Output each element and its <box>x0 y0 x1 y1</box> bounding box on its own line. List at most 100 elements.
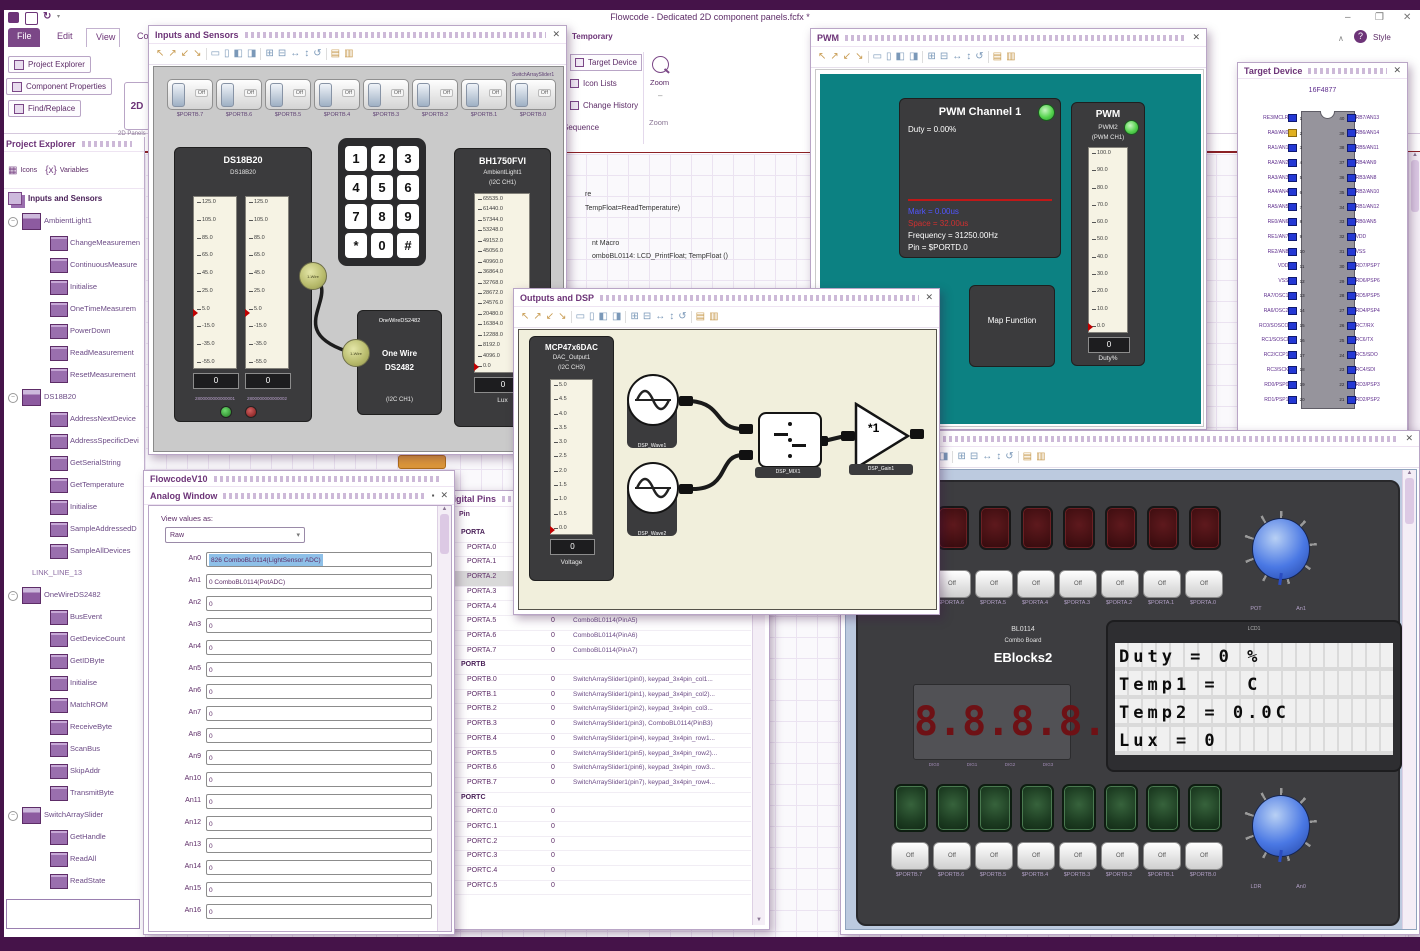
analog-value-input[interactable]: 0 <box>206 728 432 743</box>
pin-row-portb-3[interactable]: PORTB.3 0 SwitchArraySlider1(pin3), ComboB… <box>445 718 751 734</box>
style-menu[interactable]: Style <box>1373 33 1391 42</box>
layout-icon[interactable]: ▥ <box>709 312 718 322</box>
align-vertical-icon[interactable]: ↕ <box>966 52 971 62</box>
tree-item-initialise[interactable]: Initialise <box>4 277 144 299</box>
tab-file[interactable]: File <box>8 28 40 47</box>
pin-icon[interactable] <box>1347 291 1356 300</box>
inputs-panel-close-icon[interactable]: ✕ <box>552 29 560 40</box>
pin-row-portb-6[interactable]: PORTB.6 0 SwitchArraySlider1(pin6), keypad… <box>445 762 751 778</box>
layout-icon[interactable]: ▥ <box>1006 52 1015 62</box>
tree-item-transmitbyte[interactable]: TransmitByte <box>4 783 144 805</box>
pin-icon[interactable] <box>1347 380 1356 389</box>
analog-value-input[interactable]: 0 <box>206 596 432 611</box>
pin-icon[interactable] <box>1288 232 1297 241</box>
rotate-ccw-icon[interactable]: ↺ <box>975 52 983 62</box>
tree-item-readall[interactable]: ReadAll <box>4 849 144 871</box>
board-button-portb-5[interactable]: Off <box>975 842 1013 870</box>
pin-icon[interactable] <box>1347 247 1356 256</box>
split-left-icon[interactable]: ◧ <box>599 312 608 322</box>
paste-icon[interactable]: ↘ <box>193 49 201 59</box>
tree-item-onetimemeasurem[interactable]: OneTimeMeasurem <box>4 299 144 321</box>
pin-row-portb[interactable]: ◢PORTB <box>445 659 751 675</box>
analog-value-input[interactable]: 0 <box>206 860 432 875</box>
pin-row-portb-0[interactable]: PORTB.0 0 SwitchArraySlider1(pin0), keypad… <box>445 674 751 690</box>
new-panel-icon[interactable]: ▭ <box>211 49 220 59</box>
tree-item-addressnextdevice[interactable]: AddressNextDevice <box>4 409 144 431</box>
add-icon[interactable]: ⊞ <box>265 49 273 59</box>
pin-icon[interactable] <box>1347 129 1356 138</box>
explorer-tab-variables[interactable]: {x} Variables <box>45 165 88 176</box>
tree-item-sampleaddressedd[interactable]: SampleAddressedD <box>4 519 144 541</box>
board-button-portb-7[interactable]: Off <box>891 842 929 870</box>
slider-marker-icon[interactable] <box>1088 323 1093 332</box>
pin-row-portc[interactable]: ◢PORTC <box>445 792 751 808</box>
tree-item-resetmeasurement[interactable]: ResetMeasurement <box>4 365 144 387</box>
expander-icon[interactable]: – <box>8 811 18 821</box>
pin-icon[interactable] <box>1288 173 1297 182</box>
board-button-portb-4[interactable]: Off <box>1017 842 1055 870</box>
help-icon[interactable]: ? <box>1354 30 1367 43</box>
eblocks-scrollbar[interactable]: ▲ <box>1402 470 1416 929</box>
pin-icon[interactable] <box>1288 351 1297 360</box>
board-button-portb-0[interactable]: Off <box>1185 842 1223 870</box>
tree-item-addressspecificdevi[interactable]: AddressSpecificDevi <box>4 431 144 453</box>
grid-icon[interactable]: ▤ <box>696 312 705 322</box>
pin-icon[interactable] <box>1347 203 1356 212</box>
pin-icon[interactable] <box>1347 158 1356 167</box>
align-vertical-icon[interactable]: ↕ <box>996 452 1001 462</box>
board-button-porta-0[interactable]: Off <box>1185 570 1223 598</box>
dsp-wave1-component[interactable]: DSP_Wave1 <box>624 374 680 452</box>
align-vertical-icon[interactable]: ↕ <box>304 49 309 59</box>
close-button[interactable]: ✕ <box>1403 12 1411 23</box>
zoom-icon[interactable] <box>652 56 669 73</box>
expander-icon[interactable]: – <box>8 217 18 227</box>
analog-value-input[interactable]: 0 <box>206 838 432 853</box>
expander-icon[interactable]: – <box>8 591 18 601</box>
analog-minimize-icon[interactable]: ▪ <box>432 491 435 500</box>
expander-icon[interactable]: – <box>8 393 18 403</box>
pwm-panel-close-icon[interactable]: ✕ <box>1192 32 1200 43</box>
pin-icon[interactable] <box>1288 188 1297 197</box>
pin-icon[interactable] <box>1347 395 1356 404</box>
pan-icon[interactable]: ↗ <box>168 49 176 59</box>
split-right-icon[interactable]: ◨ <box>247 49 256 59</box>
rotate-ccw-icon[interactable]: ↺ <box>1005 452 1013 462</box>
tree-item-ds18b20[interactable]: – DS18B20 <box>4 387 144 409</box>
tree-item-switcharrayslider[interactable]: – SwitchArraySlider <box>4 805 144 827</box>
add-icon[interactable]: ⊞ <box>927 52 935 62</box>
pin-icon[interactable] <box>1347 336 1356 345</box>
open-panel-icon[interactable]: ▯ <box>589 312 595 322</box>
pin-icon[interactable] <box>1347 232 1356 241</box>
analog-value-input[interactable]: 826 ComboBL0114(LightSensor ADC) <box>206 552 432 567</box>
pin-icon[interactable] <box>1288 262 1297 271</box>
tree-item-getidbyte[interactable]: GetIDByte <box>4 651 144 673</box>
pin-icon[interactable] <box>1288 321 1297 330</box>
analog-close-icon[interactable]: ✕ <box>440 490 448 501</box>
tree-item-onewireds2482[interactable]: – OneWireDS2482 <box>4 585 144 607</box>
pin-row-portc-4[interactable]: PORTC.4 0 <box>445 865 751 881</box>
remove-icon[interactable]: ⊟ <box>278 49 286 59</box>
pin-row-porta-5[interactable]: PORTA.5 0 ComboBL0114(PinA5) <box>445 615 751 631</box>
analog-value-input[interactable]: 0 <box>206 662 432 677</box>
analog-value-input[interactable]: 0 <box>206 882 432 897</box>
onewire-connector-2[interactable]: 1-Wire <box>342 339 370 367</box>
board-button-portb-3[interactable]: Off <box>1059 842 1097 870</box>
analog-value-input[interactable]: 0 <box>206 750 432 765</box>
tree-item-skipaddr[interactable]: SkipAddr <box>4 761 144 783</box>
2d-panel-button[interactable]: 2D <box>124 82 150 130</box>
board-button-portb-2[interactable]: Off <box>1101 842 1139 870</box>
analog-value-input[interactable]: 0 <box>206 640 432 655</box>
view-toggle-target-device[interactable]: Target Device <box>570 54 642 71</box>
analog-value-input[interactable]: 0 <box>206 904 432 919</box>
cursor-icon[interactable]: ↖ <box>156 49 164 59</box>
tree-item-receivebyte[interactable]: ReceiveByte <box>4 717 144 739</box>
pwm-slider-component[interactable]: PWM PWM2 (PWM CH1) 100.0 90.0 80.0 70.0 60.0… <box>1071 102 1145 366</box>
pin-row-portc-5[interactable]: PORTC.5 0 <box>445 880 751 896</box>
pin-icon[interactable] <box>1347 188 1356 197</box>
pin-icon[interactable] <box>1288 306 1297 315</box>
pin-row-portb-2[interactable]: PORTB.2 0 SwitchArraySlider1(pin2), keypad… <box>445 703 751 720</box>
ldr-knob[interactable] <box>1243 788 1317 863</box>
pin-icon[interactable] <box>1288 129 1297 138</box>
target-device-close-icon[interactable]: ✕ <box>1393 65 1401 76</box>
paste-icon[interactable]: ↘ <box>855 52 863 62</box>
